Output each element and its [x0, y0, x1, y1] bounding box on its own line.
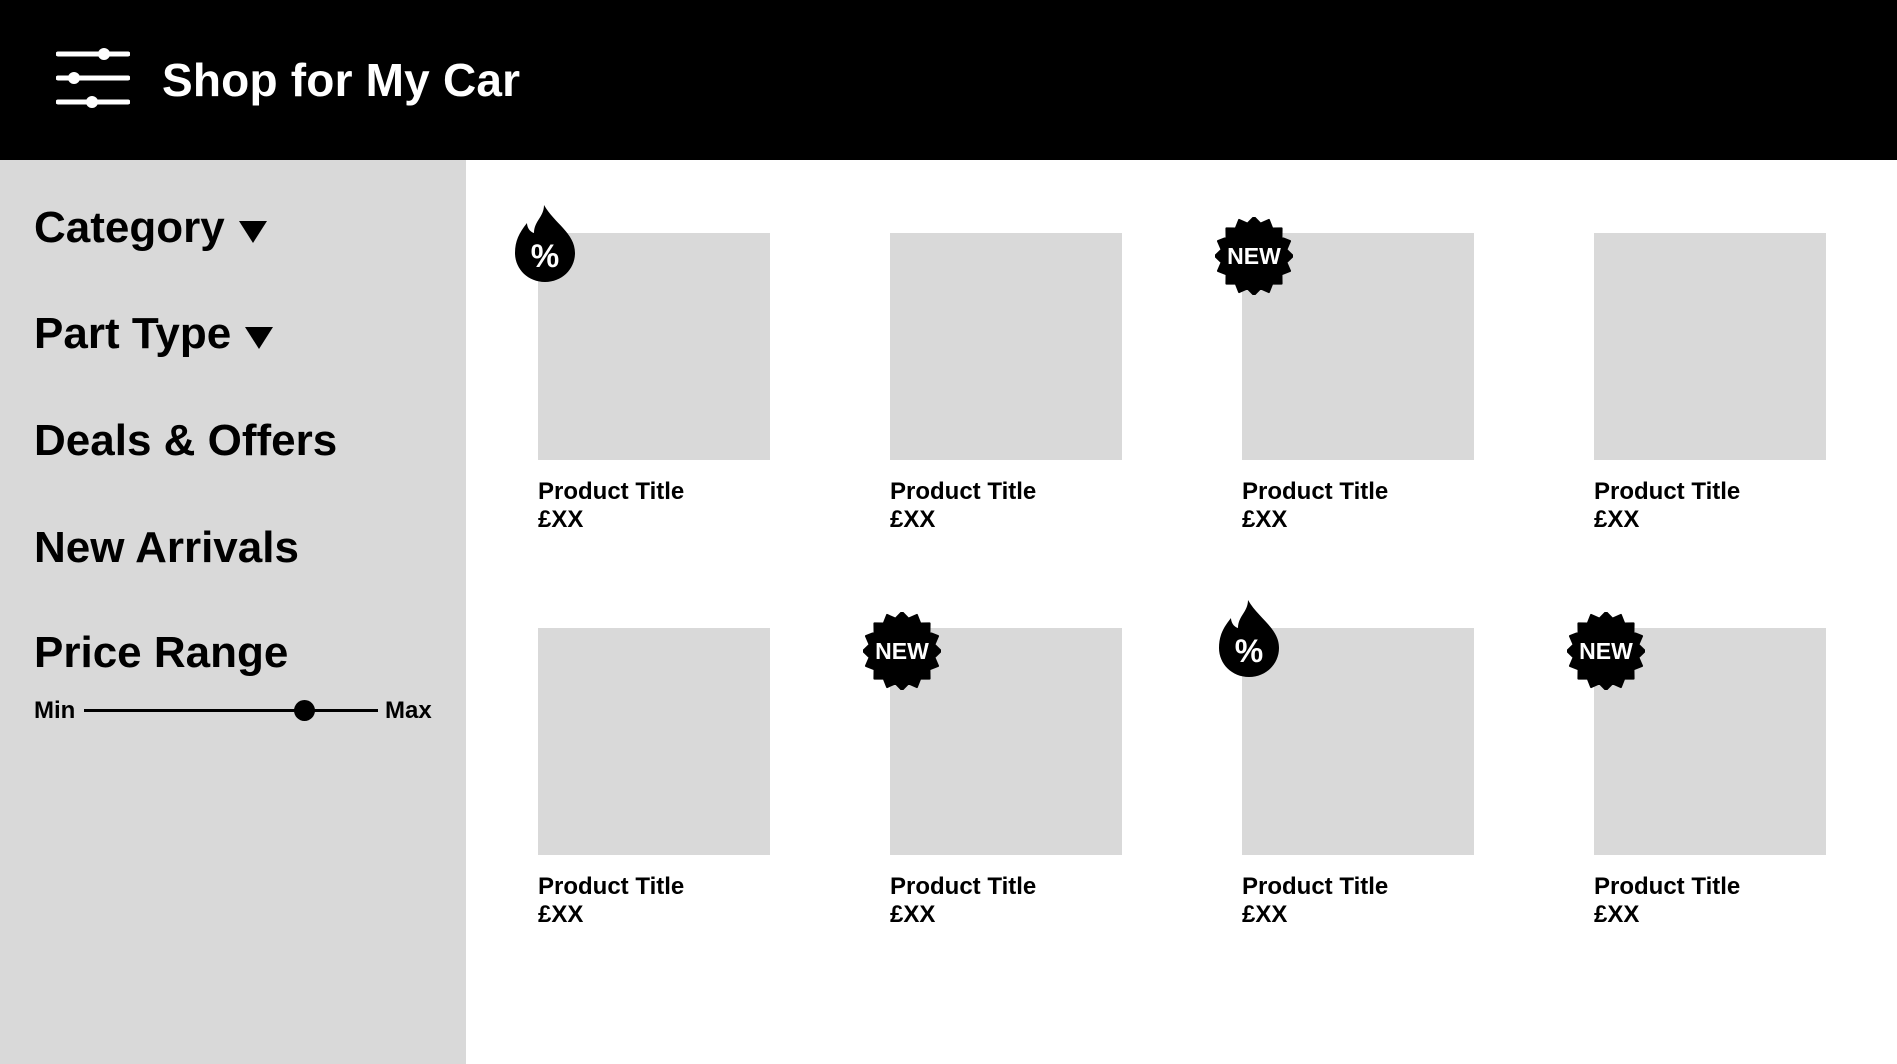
sale-badge-text: %: [531, 238, 559, 274]
product-card[interactable]: Product Title £XX: [538, 628, 770, 929]
product-title[interactable]: Product Title: [1242, 873, 1474, 901]
product-price: £XX: [1594, 901, 1640, 928]
new-badge-text: NEW: [1227, 243, 1281, 269]
product-image-placeholder[interactable]: [538, 628, 770, 855]
caret-down-icon: [245, 327, 274, 349]
product-image-placeholder[interactable]: [1594, 233, 1826, 460]
sidebar-item-category[interactable]: Category: [34, 201, 267, 255]
product-title[interactable]: Product Title: [538, 478, 770, 506]
page-title: Shop for My Car: [162, 54, 521, 106]
header-bar: Shop for My Car: [0, 0, 1897, 160]
product-price: £XX: [890, 901, 936, 928]
product-price: £XX: [1594, 506, 1640, 533]
sale-badge-text: %: [1235, 633, 1263, 669]
price-range-min-label: Min: [34, 697, 76, 724]
new-badge-icon: NEW: [863, 612, 941, 690]
new-badge-text: NEW: [1579, 638, 1633, 664]
filter-sliders-icon[interactable]: [56, 48, 130, 108]
sidebar-item-label: New Arrivals: [34, 523, 299, 572]
filter-sidebar: Category Part Type Deals & Offers New Ar…: [0, 160, 466, 1064]
product-price: £XX: [890, 506, 936, 533]
new-badge-icon: NEW: [1215, 217, 1293, 295]
product-title[interactable]: Product Title: [890, 873, 1122, 901]
product-card[interactable]: Product Title £XX: [1594, 233, 1826, 534]
new-badge-text: NEW: [875, 638, 929, 664]
product-title[interactable]: Product Title: [890, 478, 1122, 506]
price-range-max-label: Max: [385, 697, 432, 724]
product-title[interactable]: Product Title: [1242, 478, 1474, 506]
product-price: £XX: [538, 506, 584, 533]
product-title[interactable]: Product Title: [1594, 873, 1826, 901]
sale-flame-icon: %: [514, 203, 576, 283]
price-range-thumb[interactable]: [294, 700, 315, 721]
product-title[interactable]: Product Title: [538, 873, 770, 901]
product-title[interactable]: Product Title: [1594, 478, 1826, 506]
product-price: £XX: [1242, 901, 1288, 928]
product-price: £XX: [1242, 506, 1288, 533]
sidebar-item-deals-offers[interactable]: Deals & Offers: [34, 414, 337, 468]
sidebar-item-label: Category: [34, 203, 225, 252]
sidebar-item-label: Part Type: [34, 309, 232, 358]
price-range-track[interactable]: [84, 709, 378, 712]
caret-down-icon: [238, 221, 267, 243]
sidebar-item-part-type[interactable]: Part Type: [34, 307, 274, 361]
new-badge-icon: NEW: [1567, 612, 1645, 690]
sidebar-item-label: Deals & Offers: [34, 416, 338, 465]
sidebar-item-new-arrivals[interactable]: New Arrivals: [34, 521, 299, 575]
product-image-placeholder[interactable]: [890, 233, 1122, 460]
sale-flame-icon: %: [1218, 598, 1280, 678]
price-range-label: Price Range: [34, 628, 289, 677]
product-price: £XX: [538, 901, 584, 928]
product-card[interactable]: Product Title £XX: [890, 233, 1122, 534]
